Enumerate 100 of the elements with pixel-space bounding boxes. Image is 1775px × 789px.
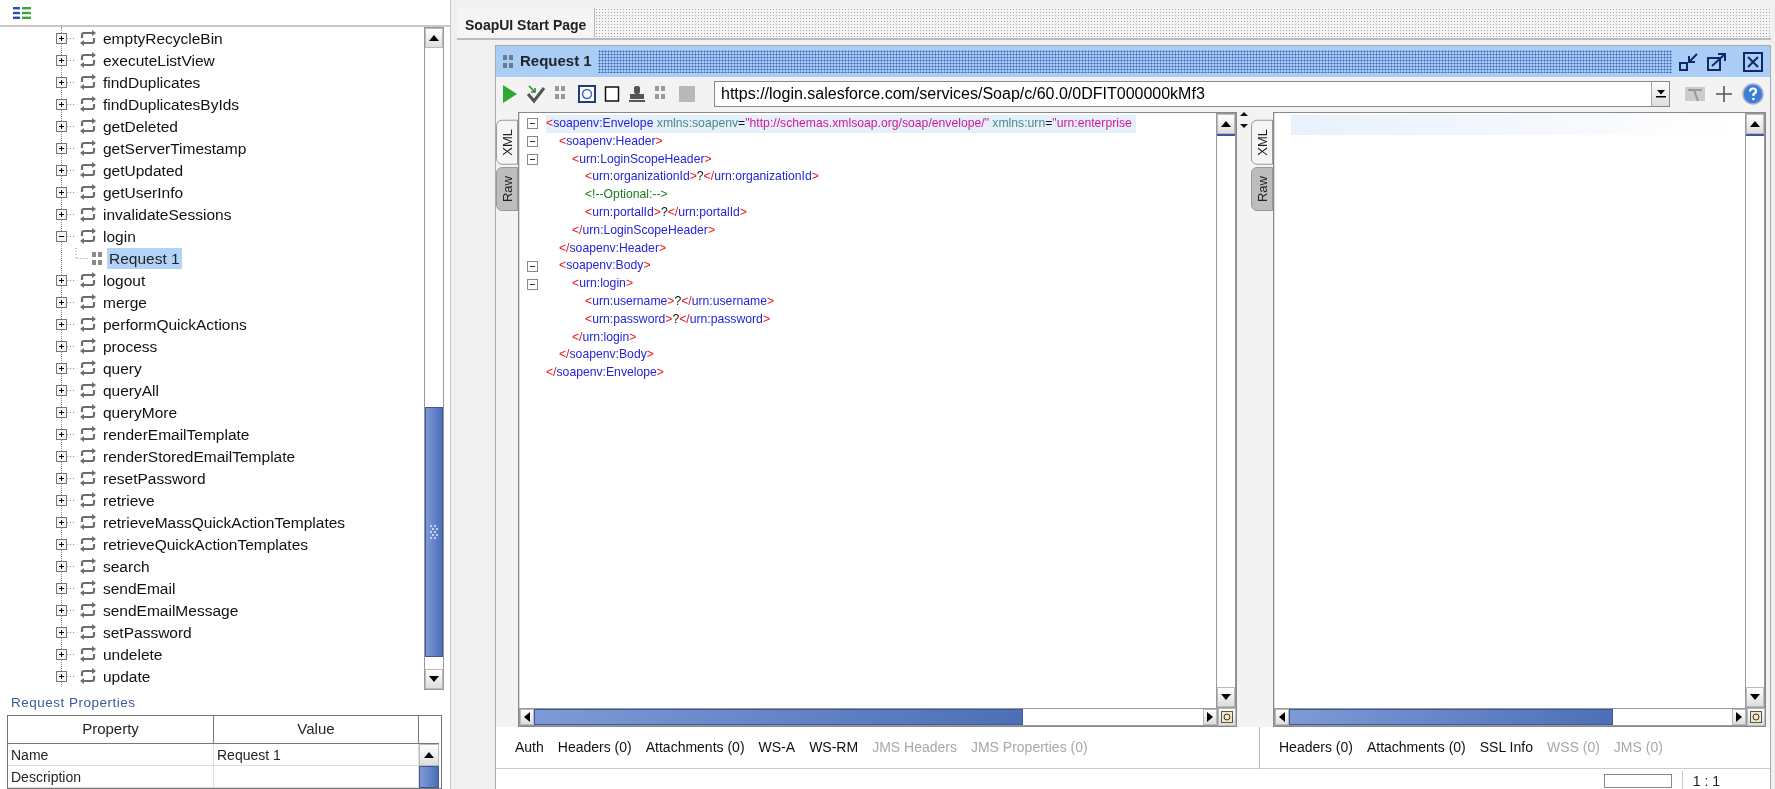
expand-toggle-icon[interactable] <box>56 406 76 418</box>
collapse-toggle-icon[interactable] <box>526 260 538 272</box>
list-view-icon[interactable] <box>13 7 31 19</box>
tab[interactable]: WS-RM <box>802 733 866 762</box>
tree-item[interactable]: emptyRecycleBin <box>101 27 225 49</box>
expand-toggle-icon[interactable] <box>56 186 76 198</box>
expand-toggle-icon[interactable] <box>56 648 76 660</box>
tree-item[interactable]: findDuplicates <box>101 71 203 93</box>
scroll-up-icon[interactable] <box>1750 121 1760 127</box>
maximize-icon[interactable] <box>1706 51 1728 72</box>
tree-item[interactable]: retrieve <box>101 489 157 511</box>
tree-item[interactable]: query <box>101 357 144 379</box>
tree-item[interactable]: search <box>101 555 152 577</box>
expand-toggle-icon[interactable] <box>56 142 76 154</box>
expand-toggle-icon[interactable] <box>56 318 76 330</box>
scroll-thumb[interactable] <box>419 765 439 788</box>
expand-toggle-icon[interactable] <box>56 32 76 44</box>
tree-item[interactable]: queryAll <box>101 379 161 401</box>
expand-toggle-icon[interactable] <box>56 516 76 528</box>
expand-toggle-icon[interactable] <box>56 582 76 594</box>
tree-item[interactable]: setPassword <box>101 621 194 643</box>
tree-item[interactable]: queryMore <box>101 401 180 423</box>
zoom-icon[interactable] <box>1750 711 1762 723</box>
expand-toggle-icon[interactable] <box>56 428 76 440</box>
scroll-right-icon[interactable] <box>1207 712 1213 722</box>
table-cell[interactable] <box>214 765 419 788</box>
minimize-icon[interactable] <box>1678 51 1700 72</box>
expand-toggle-icon[interactable] <box>56 54 76 66</box>
tab[interactable]: Headers (0) <box>1272 733 1360 762</box>
scroll-up-icon[interactable] <box>429 35 439 41</box>
scrollbar[interactable] <box>424 27 444 690</box>
tab[interactable]: Attachments (0) <box>1359 733 1473 762</box>
expand-toggle-icon[interactable] <box>56 384 76 396</box>
plus-icon[interactable] <box>1714 83 1734 104</box>
expand-toggle-icon[interactable] <box>56 560 76 572</box>
close-icon[interactable] <box>1742 51 1764 72</box>
refresh-box-icon[interactable] <box>578 84 596 103</box>
help-icon[interactable] <box>1742 82 1764 105</box>
expand-toggle-icon[interactable] <box>56 604 76 616</box>
expand-toggle-icon[interactable] <box>56 670 76 682</box>
tree-item[interactable]: Request 1 <box>107 247 182 269</box>
tab[interactable]: SoapUI Start Page <box>457 8 596 38</box>
splitter-arrows-icon[interactable] <box>1239 112 1249 128</box>
tab[interactable]: XML <box>1251 120 1273 165</box>
column-header[interactable]: Property <box>8 716 214 744</box>
expand-toggle-icon[interactable] <box>56 340 76 352</box>
tree-item[interactable]: retrieveMassQuickActionTemplates <box>101 511 348 533</box>
scroll-up-icon[interactable] <box>424 751 434 758</box>
play-icon[interactable] <box>502 83 518 104</box>
tree-item[interactable]: sendEmail <box>101 577 178 599</box>
tree-item[interactable]: invalidateSessions <box>101 203 234 225</box>
scroll-down-icon[interactable] <box>429 676 439 682</box>
scroll-up-button[interactable] <box>419 743 439 766</box>
expand-toggle-icon[interactable] <box>56 120 76 132</box>
zoom-icon[interactable] <box>1221 711 1233 723</box>
tab[interactable]: Headers (0) <box>550 733 639 762</box>
tree-item[interactable]: getUserInfo <box>101 181 186 203</box>
tree-item[interactable]: renderStoredEmailTemplate <box>101 445 298 467</box>
expand-toggle-icon[interactable] <box>56 362 76 374</box>
tree-item[interactable]: process <box>101 335 160 357</box>
tree-item[interactable]: merge <box>101 291 149 313</box>
scroll-down-icon[interactable] <box>1750 694 1760 700</box>
tab[interactable]: WS-A <box>751 733 803 762</box>
expand-toggle-icon[interactable] <box>56 98 76 110</box>
collapse-toggle-icon[interactable] <box>526 278 538 290</box>
scroll-left-icon[interactable] <box>1279 712 1285 722</box>
tree-item[interactable]: renderEmailTemplate <box>101 423 252 445</box>
collapse-toggle-icon[interactable] <box>526 154 538 165</box>
scrollbar[interactable] <box>1745 113 1765 708</box>
expand-toggle-icon[interactable] <box>56 208 76 220</box>
tree-item[interactable]: getUpdated <box>101 159 186 181</box>
tab[interactable]: Raw <box>1251 166 1273 211</box>
scrollbar[interactable] <box>1216 113 1236 708</box>
expand-toggle-icon[interactable] <box>56 450 76 462</box>
expand-toggle-icon[interactable] <box>56 274 76 286</box>
scrollbar[interactable] <box>1274 708 1747 726</box>
tree-item[interactable]: logout <box>101 269 148 291</box>
tab[interactable]: Auth <box>508 733 551 762</box>
scrollbar[interactable] <box>519 708 1218 726</box>
square-icon[interactable] <box>604 84 620 103</box>
tab[interactable]: Attachments (0) <box>638 733 752 762</box>
tree-item[interactable]: resetPassword <box>101 467 208 489</box>
check-arrow-icon[interactable] <box>526 83 546 104</box>
tree-item[interactable]: retrieveQuickActionTemplates <box>101 533 311 555</box>
collapse-toggle-icon[interactable] <box>56 230 76 242</box>
tree-item[interactable]: undelete <box>101 643 165 665</box>
collapse-toggle-icon[interactable] <box>526 136 538 148</box>
expand-toggle-icon[interactable] <box>56 626 76 638</box>
tree-item[interactable]: getDeleted <box>101 115 180 137</box>
dropdown-icon[interactable] <box>1655 89 1666 98</box>
scroll-up-icon[interactable] <box>1221 121 1231 127</box>
scroll-left-icon[interactable] <box>524 712 530 722</box>
tree-item[interactable]: update <box>101 665 153 687</box>
tab[interactable]: Raw <box>496 166 518 211</box>
expand-toggle-icon[interactable] <box>56 76 76 88</box>
scroll-right-icon[interactable] <box>1736 712 1742 722</box>
tab[interactable]: SSL Info <box>1472 733 1540 762</box>
expand-toggle-icon[interactable] <box>56 472 76 484</box>
expand-toggle-icon[interactable] <box>56 296 76 308</box>
tree-item[interactable]: performQuickActions <box>101 313 249 335</box>
